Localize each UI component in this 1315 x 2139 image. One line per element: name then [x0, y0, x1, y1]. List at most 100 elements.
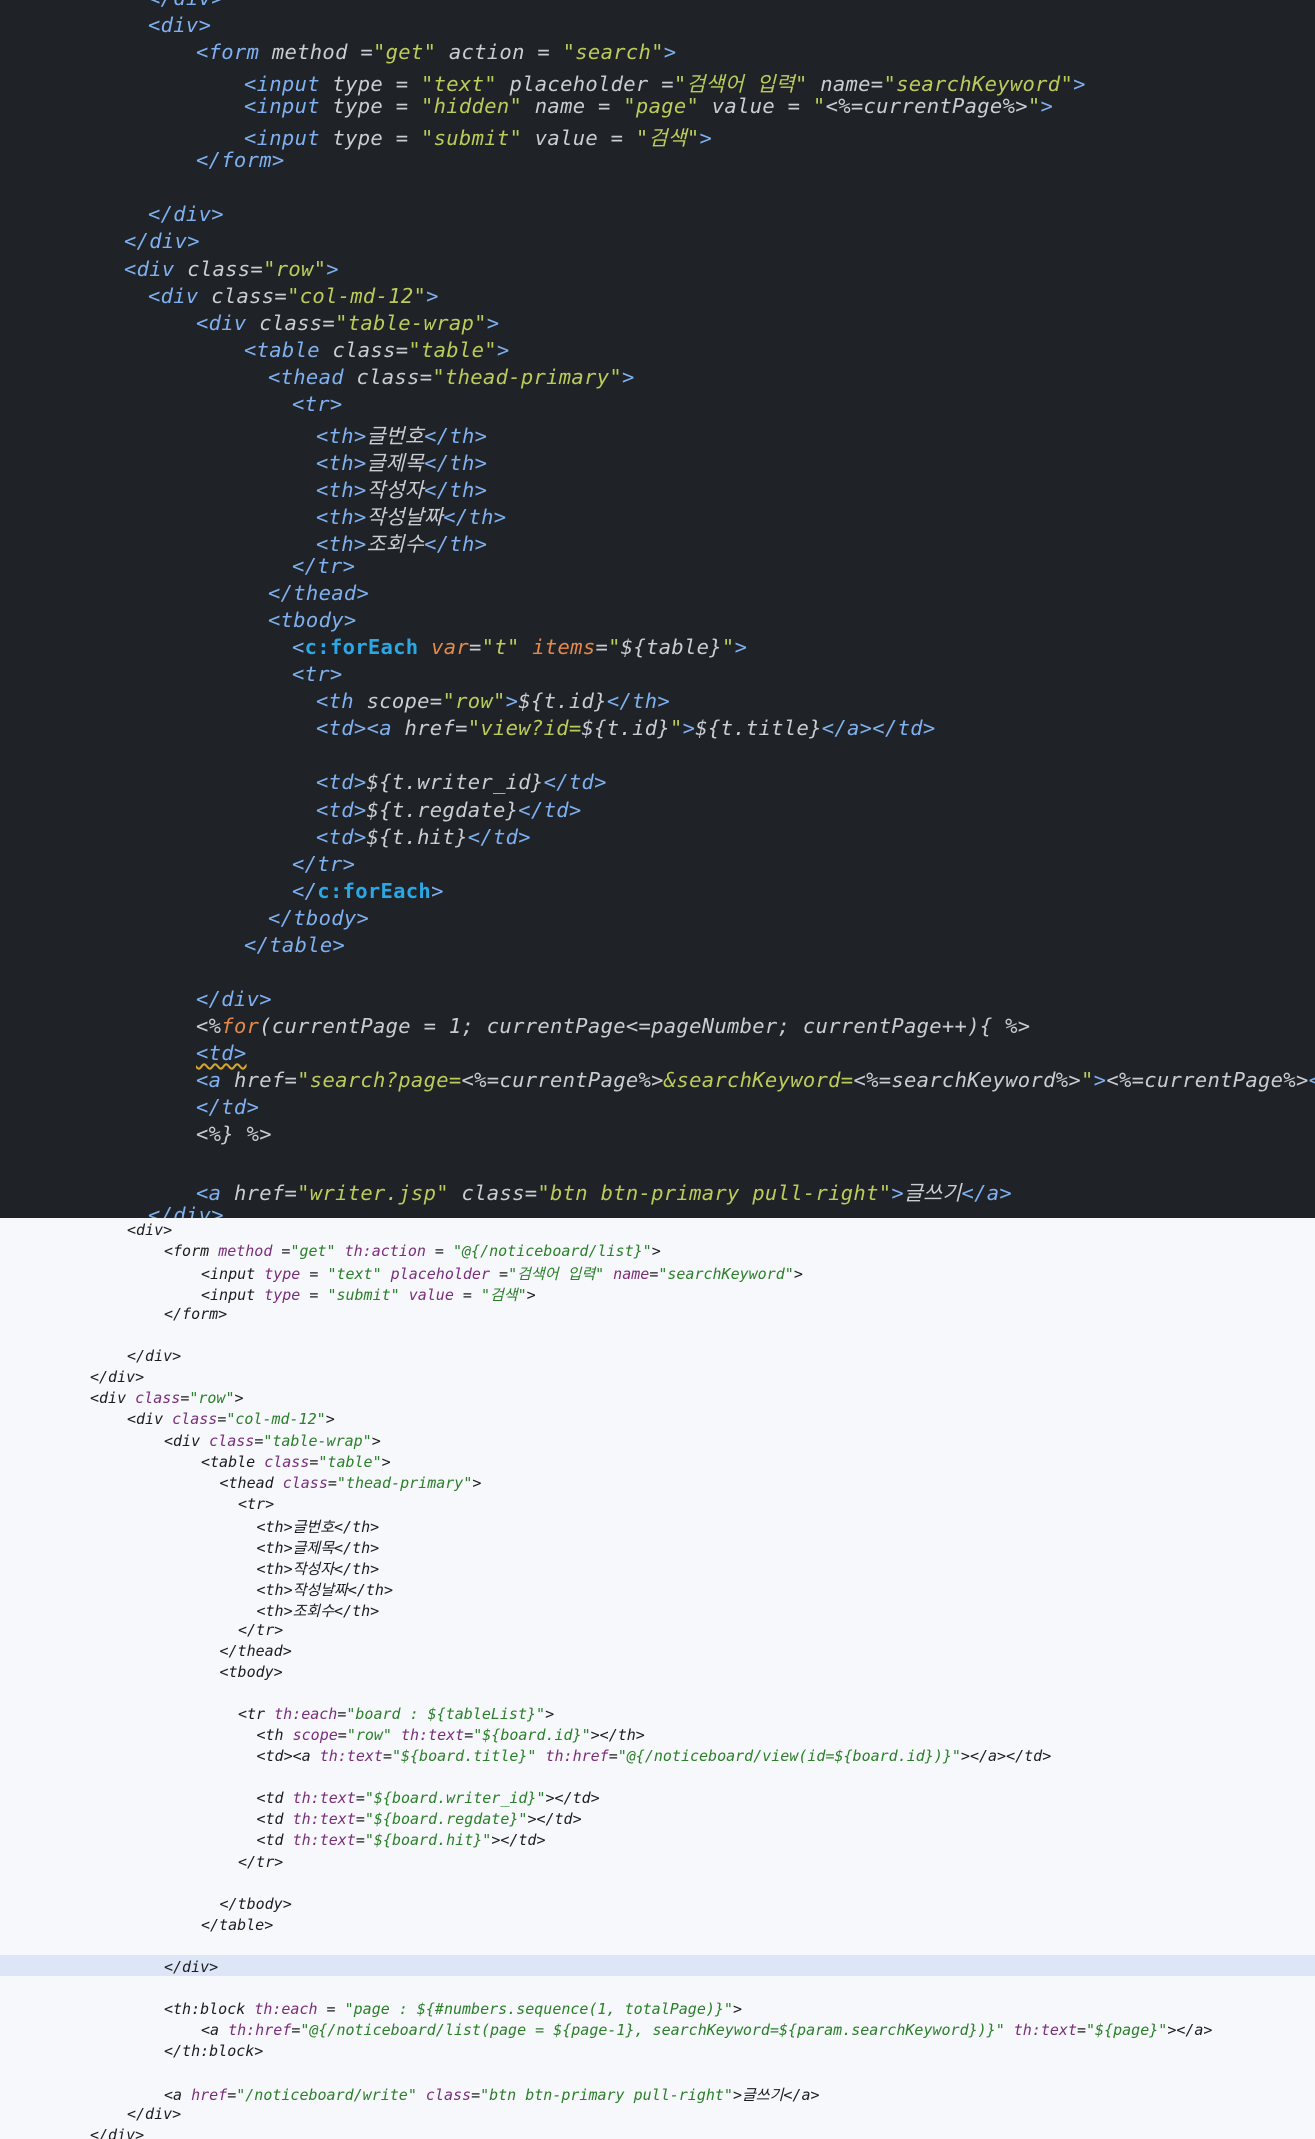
code-token: </div> [164, 1957, 219, 1976]
code-line: </div> [148, 0, 224, 10]
code-token: ${t.title} [695, 716, 822, 741]
code-token: "board : ${tableList}" [346, 1705, 546, 1724]
code-line: <th scope="row" th:text="${board.id}"></… [257, 1726, 645, 1744]
code-token: class= [448, 1181, 538, 1206]
code-token: <input [201, 1286, 265, 1305]
code-line: </div> [90, 1368, 144, 1386]
code-token: <%=currentPage%> [825, 94, 1028, 119]
code-token: <td><a [256, 1747, 320, 1766]
code-token: class= [187, 256, 264, 281]
code-line: </thead> [220, 1642, 292, 1660]
code-token: ></td> [491, 1831, 546, 1850]
code-token: > [426, 283, 439, 308]
dark-code-editor[interactable]: </div><div><form method ="get" action = … [0, 0, 1315, 1218]
code-line: <a href="search?page=<%=currentPage%>&se… [196, 1068, 1315, 1092]
code-token: th:href [228, 2020, 292, 2039]
code-token: class [282, 1473, 328, 1492]
code-token: 작성날짜 [366, 504, 444, 529]
code-token: <td> [316, 770, 367, 795]
code-line: <div class="row"> [90, 1389, 244, 1407]
code-token: > [651, 1242, 661, 1261]
code-token: = [227, 2086, 237, 2105]
code-token: class [209, 1431, 255, 1450]
code-token: "col-md-12" [226, 1410, 326, 1429]
code-line: <td> [196, 1041, 247, 1065]
code-token: ${t.hit} [366, 824, 468, 849]
code-line: <tr th:each="board : ${tableList}"> [238, 1705, 554, 1723]
code-token: method = [271, 40, 373, 65]
code-token: </th:block> [164, 2041, 264, 2060]
code-token: "hidden" [421, 94, 523, 119]
code-line: </div> [90, 2126, 144, 2139]
code-token: 글번호 [366, 423, 425, 448]
code-token: "@{/noticeboard/list(page = ${page-1}, s… [300, 2020, 1005, 2039]
code-token: items [519, 635, 596, 660]
code-line: </table> [201, 1916, 273, 1934]
code-token: <a [164, 2086, 192, 2105]
code-token: <tbody> [268, 608, 357, 633]
code-token: "page : ${#numbers.sequence(1, totalPage… [344, 1999, 733, 2018]
code-token: "searchKeyword" [883, 72, 1074, 97]
code-token: "col-md-12" [287, 283, 427, 308]
code-token: <th>조회수</th> [256, 1601, 380, 1620]
code-token: "text" [421, 72, 497, 97]
code-token: </th> [606, 689, 671, 714]
code-token: </a> [1309, 1068, 1315, 1092]
code-line: <div class="table-wrap"> [164, 1432, 381, 1450]
code-token: </tbody> [219, 1894, 292, 1913]
code-line: <input type = "hidden" name = "page" val… [244, 94, 1053, 118]
code-line: </th:block> [164, 2042, 263, 2060]
code-token: class [416, 2086, 472, 2105]
code-line: <th:block th:each = "page : ${#numbers.s… [164, 2000, 742, 2018]
code-token: " [1027, 94, 1041, 119]
code-token: "${board.title}" [391, 1747, 537, 1766]
code-token: "row" [189, 1389, 235, 1408]
code-token: </th> [424, 477, 488, 502]
code-line: </tbody> [268, 906, 369, 930]
code-token: " [670, 716, 683, 741]
code-token: = [337, 1726, 347, 1745]
code-token: < [292, 635, 305, 660]
code-token: </div> [124, 229, 200, 254]
code-token: </table> [201, 1915, 274, 1934]
code-token: <td> [316, 797, 367, 822]
code-line: <td>${t.writer_id}</td> [316, 770, 607, 794]
code-line: <td><a th:text="${board.title}" th:href=… [257, 1747, 1052, 1765]
code-line: <th>작성날짜</th> [257, 1579, 393, 1600]
code-token: "row" [346, 1726, 392, 1745]
code-line: <td th:text="${board.hit}"></td> [257, 1831, 546, 1849]
code-token: href= [404, 716, 468, 741]
code-token: = [300, 1265, 328, 1284]
code-line: </table> [244, 933, 345, 957]
code-token: > [526, 1286, 536, 1305]
code-token: ${t.writer_id} [366, 770, 544, 795]
code-token: </td> [518, 797, 582, 822]
code-token: <td [256, 1789, 293, 1808]
code-token: <tr [238, 1705, 275, 1724]
code-token: <thead [219, 1473, 283, 1492]
code-token: <input [244, 126, 333, 151]
code-token: type [264, 1265, 301, 1284]
code-line: <form method ="get" action = "search"> [196, 40, 676, 64]
code-line: <table class="table"> [201, 1453, 391, 1471]
code-token: </div> [196, 986, 272, 1011]
code-token: </form> [164, 1305, 228, 1324]
code-line: <a href="/noticeboard/write" class="btn … [164, 2084, 820, 2105]
code-token: <th> [316, 532, 367, 556]
code-line: <input type = "submit" value = "검색"> [201, 1284, 536, 1305]
code-token: </tr> [238, 1852, 284, 1871]
code-token: th:text [292, 1831, 356, 1850]
code-token: <%=currentPage%> [461, 1068, 664, 1092]
code-token: <th> [316, 450, 367, 475]
code-token: "검색어 입력" [508, 1265, 605, 1284]
code-token: <form [164, 1242, 219, 1261]
code-token: </div> [90, 2126, 145, 2139]
code-token: "${page}" [1086, 2020, 1168, 2039]
code-token: <th>작성자</th> [256, 1559, 380, 1578]
code-token: class= [259, 310, 336, 335]
light-code-editor[interactable]: <div> <form method ="get" th:action = "@{… [0, 1218, 1315, 2139]
code-token: = [469, 635, 482, 660]
code-token: </th> [424, 423, 488, 448]
code-token: "${board.hit}" [364, 1831, 492, 1850]
code-token: = [254, 1431, 264, 1450]
